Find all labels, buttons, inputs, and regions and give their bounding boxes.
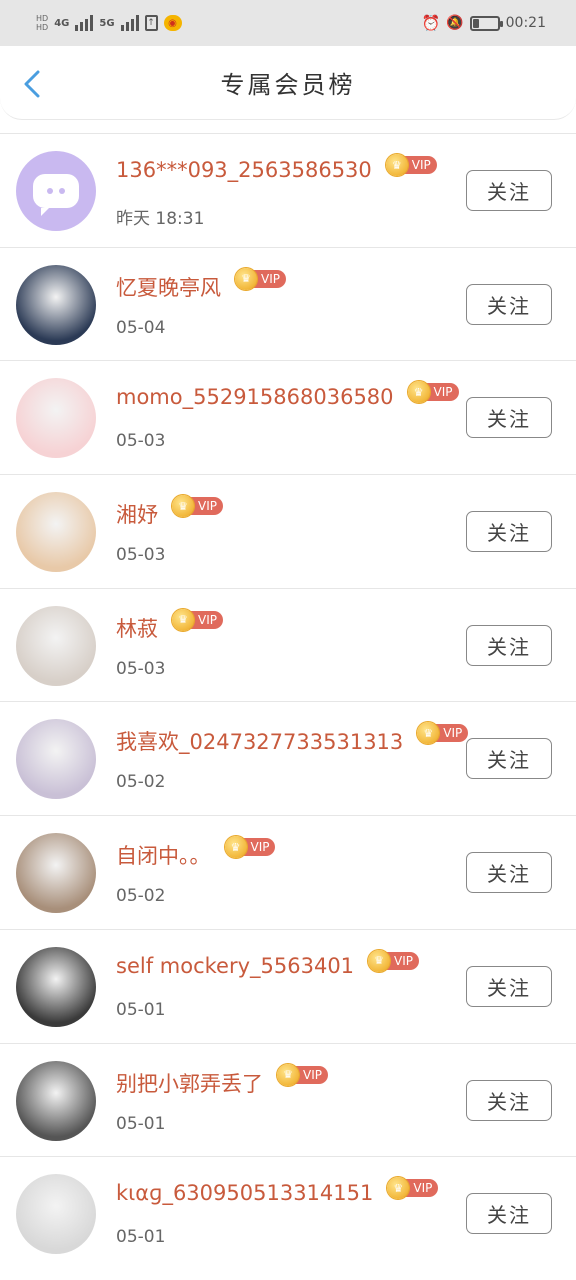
vip-badge: ♛ VIP [277,1063,328,1086]
list-item[interactable]: momo_552915868036580 05-03 ♛ VIP 关注 [0,360,576,474]
hd-icon: HD HD [36,13,49,32]
list-item[interactable]: 湘妤 05-03 ♛ VIP 关注 [0,474,576,588]
page-title: 专属会员榜 [220,71,356,99]
network-type-1: 4G [54,17,70,29]
avatar[interactable] [16,719,96,800]
follow-button[interactable]: 关注 [466,965,552,1007]
upload-icon: ↑ [144,15,158,31]
status-bar: HD HD 4G 5G ↑ ◉ ⏰ 🔕 00:21 [0,0,576,46]
status-time: 00:21 [505,15,546,31]
back-button[interactable] [18,70,46,98]
join-date: 05-03 [116,545,166,566]
username: 别把小郭弄丢了 [116,1071,263,1096]
weibo-icon: ◉ [163,15,182,31]
list-item[interactable]: kιαɡ_630950513314151 05-01 ♛ VIP 关注 [0,1156,576,1270]
avatar[interactable] [16,264,96,345]
signal-icon-2 [120,15,139,31]
signal-icon [75,15,94,31]
follow-button[interactable]: 关注 [466,397,552,439]
join-date: 05-02 [116,772,166,793]
vip-badge: ♛ VIP [385,154,437,176]
vip-badge: ♛ VIP [172,495,223,518]
follow-button[interactable]: 关注 [466,1193,552,1235]
username: 自闭中。。 [116,844,211,869]
username: 林菽 [116,616,158,641]
follow-button[interactable]: 关注 [466,511,552,553]
join-date: 05-03 [116,658,166,679]
list-item[interactable]: 别把小郭弄丢了 05-01 ♛ VIP 关注 [0,1042,576,1157]
vip-badge: ♛ VIP [368,949,420,972]
join-date: 05-04 [116,317,166,338]
join-date: 05-02 [116,886,166,907]
network-type-2: 5G [99,17,115,29]
username: 忆夏晚亭风 [116,275,221,300]
avatar[interactable] [16,151,96,231]
username: momo_552915868036580 [116,385,394,410]
battery-icon [469,15,503,31]
list-item[interactable]: 林菽 05-03 ♛ VIP 关注 [0,587,576,702]
default-avatar-icon [33,174,79,216]
crown-icon: ♛ [172,608,194,631]
join-date: 05-03 [116,431,166,452]
vip-badge: ♛ VIP [417,722,469,745]
follow-button[interactable]: 关注 [466,738,552,780]
avatar[interactable] [16,378,96,459]
join-date: 05-01 [116,1113,166,1134]
status-right: ⏰ 🔕 00:21 [422,14,546,32]
crown-icon: ♛ [235,267,257,290]
follow-button[interactable]: 关注 [466,624,552,666]
list-item[interactable]: 忆夏晚亭风 05-04 ♛ VIP 关注 [0,246,576,361]
status-left: HD HD 4G 5G ↑ ◉ [36,13,182,32]
mute-icon: 🔕 [446,15,464,31]
alarm-icon: ⏰ [421,14,441,32]
member-list: 136***093_2563586530 昨天 18:31 ♛ VIP 关注 忆夏晚亭风 0… [0,133,576,1270]
list-item[interactable]: 136***093_2563586530 昨天 18:31 ♛ VIP 关注 [0,133,576,247]
follow-button[interactable]: 关注 [466,170,552,211]
vip-badge: ♛ VIP [235,267,286,290]
avatar[interactable] [16,1060,96,1141]
crown-icon: ♛ [277,1063,299,1086]
list-item[interactable]: 自闭中。。 05-02 ♛ VIP 关注 [0,815,576,929]
header-bar: 专属会员榜 [0,46,576,120]
join-date: 昨天 18:31 [116,209,205,229]
username: 湘妤 [116,503,158,528]
username: 我喜欢_0247327733531313 [116,730,404,755]
list-item[interactable]: self mockery_5563401 05-01 ♛ VIP 关注 [0,928,576,1043]
avatar[interactable] [16,492,96,573]
crown-icon: ♛ [172,495,194,518]
avatar[interactable] [16,946,96,1027]
username: kιαɡ_630950513314151 [116,1181,374,1206]
join-date: 05-01 [116,999,166,1020]
avatar[interactable] [16,833,96,914]
vip-badge: ♛ VIP [407,381,459,404]
vip-badge: ♛ VIP [224,836,276,859]
battery-fill [472,18,480,28]
crown-icon: ♛ [368,949,391,972]
follow-button[interactable]: 关注 [466,852,552,894]
crown-icon: ♛ [224,836,247,859]
avatar[interactable] [16,605,96,686]
follow-button[interactable]: 关注 [466,1079,552,1121]
vip-badge: ♛ VIP [172,608,223,631]
chevron-left-icon [24,70,40,98]
username: self mockery_5563401 [116,953,355,978]
crown-icon: ♛ [407,381,430,404]
follow-button[interactable]: 关注 [466,283,552,325]
vip-badge: ♛ VIP [387,1177,439,1200]
list-item[interactable]: 我喜欢_0247327733531313 05-02 ♛ VIP 关注 [0,701,576,815]
join-date: 05-01 [116,1227,166,1248]
username: 136***093_2563586530 [116,158,372,182]
crown-icon: ♛ [385,154,408,176]
avatar[interactable] [16,1174,96,1255]
